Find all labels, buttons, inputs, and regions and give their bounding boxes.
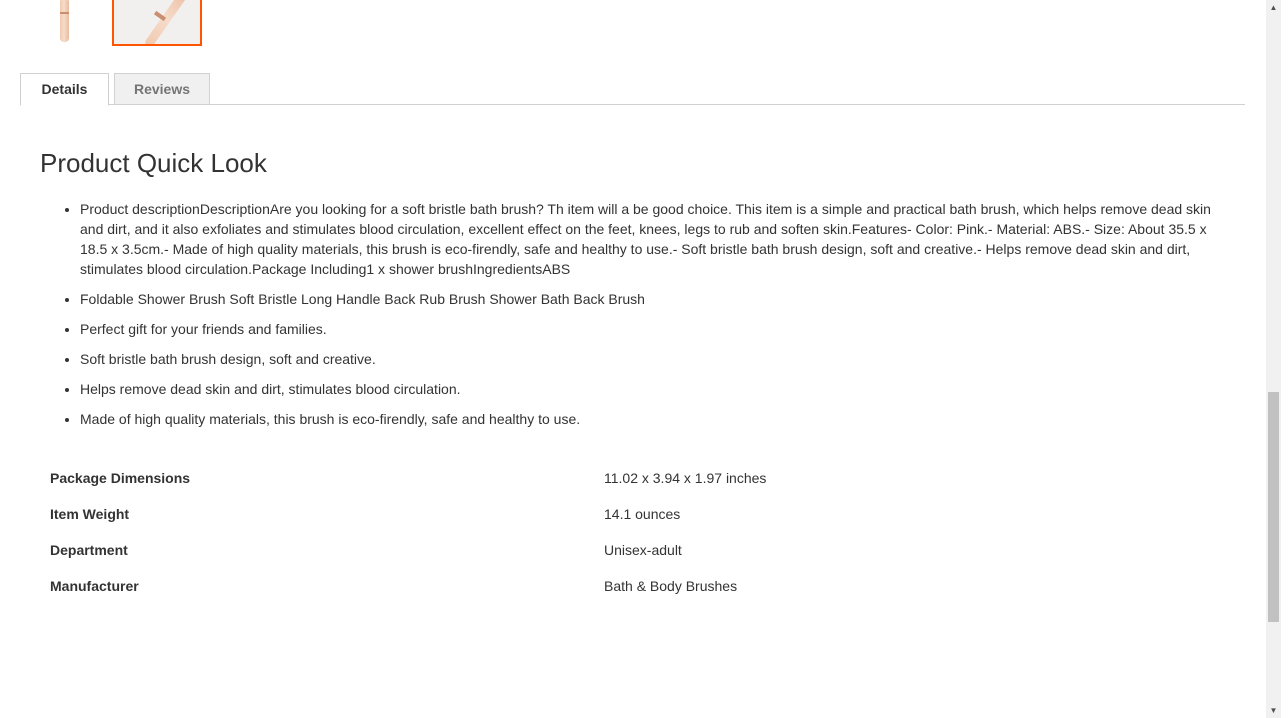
spec-label: Package Dimensions	[50, 470, 191, 486]
spec-value: Unisex-adult	[604, 542, 682, 558]
list-item: Helps remove dead skin and dirt, stimula…	[80, 379, 1220, 399]
scroll-up-icon[interactable]: ▲	[1266, 0, 1281, 15]
details-panel: Product Quick Look Product descriptionDe…	[40, 145, 1220, 439]
spec-value: Bath & Body Brushes	[604, 578, 738, 594]
table-row: Package Dimensions 11.02 x 3.94 x 1.97 i…	[50, 460, 1220, 496]
list-item: Foldable Shower Brush Soft Bristle Long …	[80, 289, 1220, 309]
spec-value: 14.1 ounces	[604, 506, 681, 522]
specs-table: Package Dimensions 11.02 x 3.94 x 1.97 i…	[50, 460, 1220, 604]
table-row: Department Unisex-adult	[50, 532, 1220, 568]
spec-label: Manufacturer	[50, 578, 139, 594]
scrollbar-thumb[interactable]	[1268, 392, 1279, 622]
tab-details[interactable]: Details	[20, 73, 109, 106]
gallery-thumbnail-1[interactable]	[20, 0, 110, 46]
list-item: Made of high quality materials, this bru…	[80, 409, 1220, 429]
feature-list: Product descriptionDescriptionAre you lo…	[40, 199, 1220, 429]
list-item: Perfect gift for your friends and famili…	[80, 319, 1220, 339]
spec-label: Department	[50, 542, 128, 558]
tab-reviews[interactable]: Reviews	[114, 73, 210, 105]
brush-image	[143, 0, 193, 44]
table-row: Item Weight 14.1 ounces	[50, 496, 1220, 532]
list-item: Product descriptionDescriptionAre you lo…	[80, 199, 1220, 279]
page: Details Reviews Product Quick Look Produ…	[0, 0, 1288, 718]
scroll-down-icon[interactable]: ▼	[1266, 703, 1281, 718]
spec-label: Item Weight	[50, 506, 130, 522]
section-title: Product Quick Look	[40, 148, 267, 178]
table-row: Manufacturer Bath & Body Brushes	[50, 568, 1220, 604]
product-tabs: Details Reviews	[20, 73, 1245, 106]
list-item: Soft bristle bath brush design, soft and…	[80, 349, 1220, 369]
gallery-thumbnail-2-active[interactable]	[112, 0, 202, 46]
brush-image	[60, 0, 69, 42]
spec-value: 11.02 x 3.94 x 1.97 inches	[604, 470, 767, 486]
vertical-scrollbar[interactable]: ▲ ▼	[1266, 0, 1281, 718]
